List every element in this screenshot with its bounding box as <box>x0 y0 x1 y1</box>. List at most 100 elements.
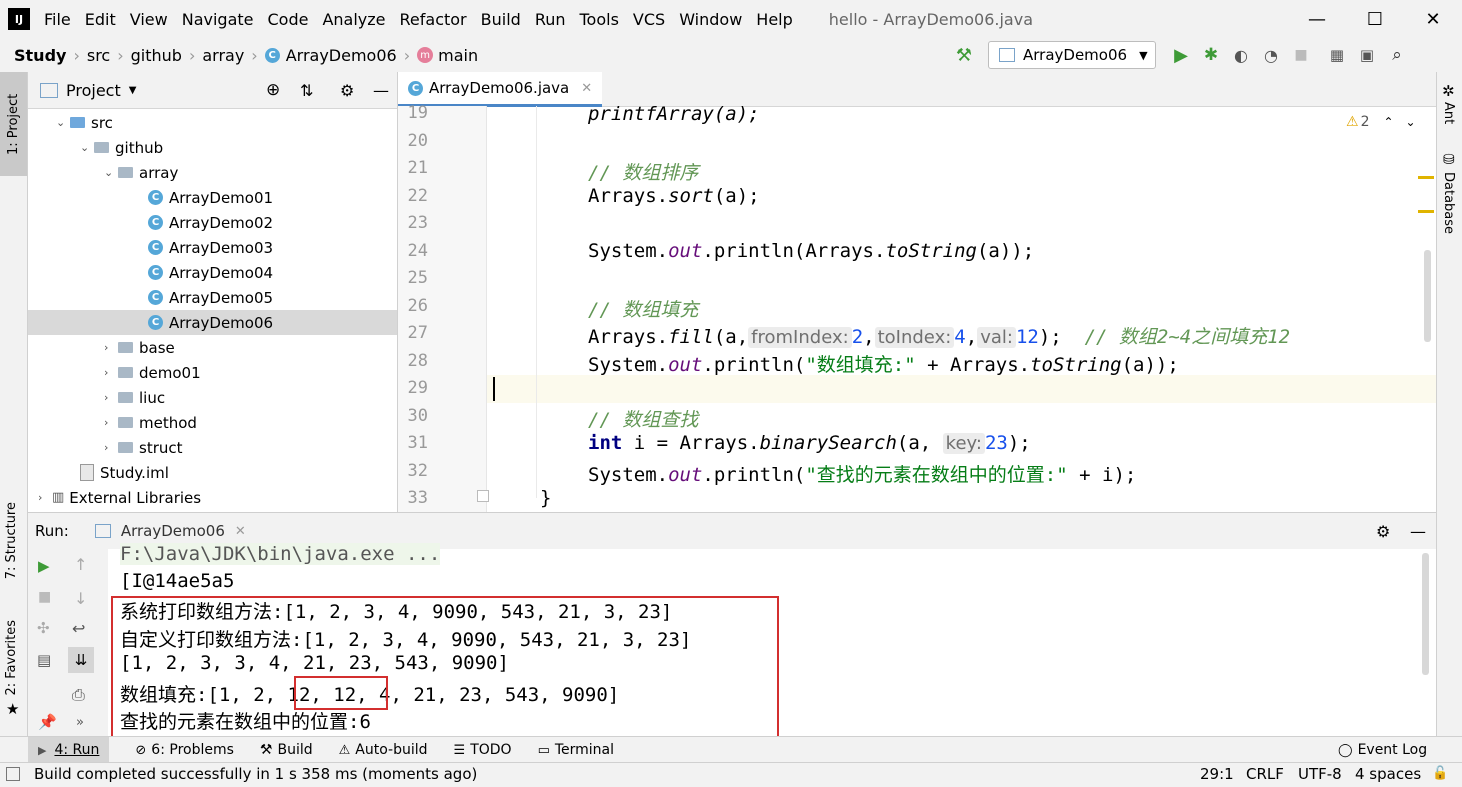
inspection-widget[interactable]: ⚠ 2 ⌃ ⌄ <box>1346 114 1416 130</box>
caret-position[interactable]: 29:1 <box>1200 765 1234 783</box>
tree-item-method[interactable]: › method <box>104 410 197 435</box>
chevron-down-icon[interactable]: ⌄ <box>1406 115 1416 129</box>
tree-item-base[interactable]: › base <box>104 335 175 360</box>
scroll-to-end-icon[interactable]: ⇊ <box>68 647 94 673</box>
minimize-panel-icon[interactable]: — <box>373 81 389 100</box>
tree-item-github[interactable]: ⌄ github <box>80 135 163 160</box>
chevron-right-icon[interactable]: › <box>38 491 52 504</box>
close-icon[interactable]: ✕ <box>235 524 246 539</box>
coverage-icon[interactable]: ◐ <box>1226 46 1256 65</box>
chevron-down-icon[interactable]: ⌄ <box>104 166 118 179</box>
tool-terminal[interactable]: ▭ Terminal <box>538 742 614 758</box>
status-message[interactable]: Build completed successfully in 1 s 358 … <box>34 765 477 783</box>
chevron-down-icon[interactable]: ⌄ <box>80 141 94 154</box>
down-arrow-icon[interactable]: ↓ <box>74 589 87 608</box>
tool-run[interactable]: ▶ 4: Run <box>28 737 110 763</box>
run-icon[interactable]: ▶ <box>1166 45 1196 66</box>
build-hammer-icon[interactable]: ⚒ <box>952 45 976 66</box>
console-scrollbar[interactable] <box>1422 553 1429 675</box>
status-toggle-icon[interactable] <box>6 767 20 781</box>
print-icon[interactable]: ⎙ <box>72 685 85 705</box>
tree-item-demo01[interactable]: › demo01 <box>104 360 201 385</box>
menu-run[interactable]: Run <box>535 10 566 29</box>
tree-item-arraydemo02[interactable]: C ArrayDemo02 <box>148 210 273 235</box>
breadcrumb-method[interactable]: main <box>438 46 478 65</box>
chevron-right-icon[interactable]: › <box>104 391 118 404</box>
tool-problems[interactable]: ⊘ 6: Problems <box>135 742 234 758</box>
breadcrumb-src[interactable]: src <box>87 46 110 65</box>
tree-item-external-libraries[interactable]: › ▥ External Libraries <box>38 485 201 510</box>
menu-file[interactable]: File <box>44 10 71 29</box>
menu-window[interactable]: Window <box>679 10 742 29</box>
settings-wrench-icon[interactable]: ✣ <box>37 619 50 637</box>
tree-item-liuc[interactable]: › liuc <box>104 385 165 410</box>
search-icon[interactable]: ⌕ <box>1382 45 1412 65</box>
project-panel-title[interactable]: Project <box>66 81 121 100</box>
run-tab-label[interactable]: ArrayDemo06 <box>121 522 225 540</box>
chevron-up-icon[interactable]: ⌃ <box>1383 115 1393 129</box>
minimize-button[interactable]: — <box>1288 0 1346 38</box>
close-icon[interactable]: ✕ <box>581 81 592 96</box>
tree-item-struct[interactable]: › struct <box>104 435 183 460</box>
lock-icon[interactable]: 🔓 <box>1432 766 1448 781</box>
breadcrumb-array[interactable]: array <box>202 46 244 65</box>
tree-item-arraydemo06[interactable]: C ArrayDemo06 <box>28 310 397 335</box>
more-icon[interactable]: » <box>76 715 84 730</box>
stop-icon[interactable]: ■ <box>1286 47 1316 63</box>
tree-item-arraydemo03[interactable]: C ArrayDemo03 <box>148 235 273 260</box>
tool-todo[interactable]: ☰ TODO <box>454 742 512 758</box>
layout-icon[interactable]: ▣ <box>1352 46 1382 64</box>
tree-item-arraydemo01[interactable]: C ArrayDemo01 <box>148 185 273 210</box>
line-separator[interactable]: CRLF <box>1246 765 1284 783</box>
editor-scrollbar[interactable] <box>1424 250 1431 342</box>
menu-tools[interactable]: Tools <box>580 10 619 29</box>
pin-icon[interactable]: 📌 <box>38 713 57 731</box>
locate-icon[interactable]: ⊕ <box>266 80 280 100</box>
tree-item-src[interactable]: ⌄ src <box>56 110 113 135</box>
project-structure-icon[interactable]: ▦ <box>1322 46 1352 64</box>
chevron-down-icon[interactable]: ⌄ <box>56 116 70 129</box>
menu-navigate[interactable]: Navigate <box>182 10 254 29</box>
run-config-select[interactable]: ArrayDemo06 ▼ <box>988 41 1156 69</box>
menu-edit[interactable]: Edit <box>85 10 116 29</box>
profile-icon[interactable]: ◔ <box>1256 46 1286 65</box>
menu-build[interactable]: Build <box>481 10 521 29</box>
debug-icon[interactable]: ✱ <box>1196 45 1226 65</box>
gear-icon[interactable]: ⚙ <box>1376 522 1390 541</box>
breadcrumb-class[interactable]: ArrayDemo06 <box>286 46 397 65</box>
chevron-right-icon[interactable]: › <box>104 341 118 354</box>
menu-analyze[interactable]: Analyze <box>322 10 385 29</box>
breadcrumb-project[interactable]: Study <box>14 46 66 65</box>
menu-refactor[interactable]: Refactor <box>400 10 467 29</box>
stop-icon[interactable]: ■ <box>38 589 51 605</box>
tree-item-array[interactable]: ⌄ array <box>104 160 178 185</box>
close-button[interactable]: ✕ <box>1404 0 1462 38</box>
tool-event-log[interactable]: ◯ Event Log <box>1338 742 1427 758</box>
maximize-button[interactable]: ☐ <box>1346 0 1404 38</box>
menu-view[interactable]: View <box>130 10 168 29</box>
menu-vcs[interactable]: VCS <box>633 10 665 29</box>
soft-wrap-icon[interactable]: ↩ <box>72 619 85 638</box>
tree-item-arraydemo05[interactable]: C ArrayDemo05 <box>148 285 273 310</box>
tool-window-structure[interactable]: 7: Structure <box>4 502 19 579</box>
tool-window-ant[interactable]: Ant <box>1441 102 1456 124</box>
tool-window-database[interactable]: Database <box>1441 172 1456 234</box>
breadcrumb-github[interactable]: github <box>131 46 182 65</box>
chevron-right-icon[interactable]: › <box>104 416 118 429</box>
editor-tab-arraydemo06[interactable]: C ArrayDemo06.java ✕ <box>398 72 603 107</box>
menu-help[interactable]: Help <box>756 10 792 29</box>
menu-code[interactable]: Code <box>268 10 309 29</box>
tool-auto-build[interactable]: ⚠ Auto-build <box>339 742 428 758</box>
minimize-panel-icon[interactable]: — <box>1410 522 1426 541</box>
indent-setting[interactable]: 4 spaces <box>1355 765 1421 783</box>
tool-window-project[interactable]: 1: Project <box>0 72 27 176</box>
tree-item-study-iml[interactable]: Study.iml <box>80 460 169 485</box>
up-arrow-icon[interactable]: ↑ <box>74 555 87 574</box>
layout-icon[interactable]: ▤ <box>37 651 51 669</box>
rerun-icon[interactable]: ▶ <box>38 557 50 575</box>
tree-item-arraydemo04[interactable]: C ArrayDemo04 <box>148 260 273 285</box>
tool-build[interactable]: ⚒ Build <box>260 742 313 758</box>
collapse-icon[interactable]: ⇅ <box>300 81 313 100</box>
gear-icon[interactable]: ⚙ <box>340 81 354 100</box>
chevron-right-icon[interactable]: › <box>104 366 118 379</box>
